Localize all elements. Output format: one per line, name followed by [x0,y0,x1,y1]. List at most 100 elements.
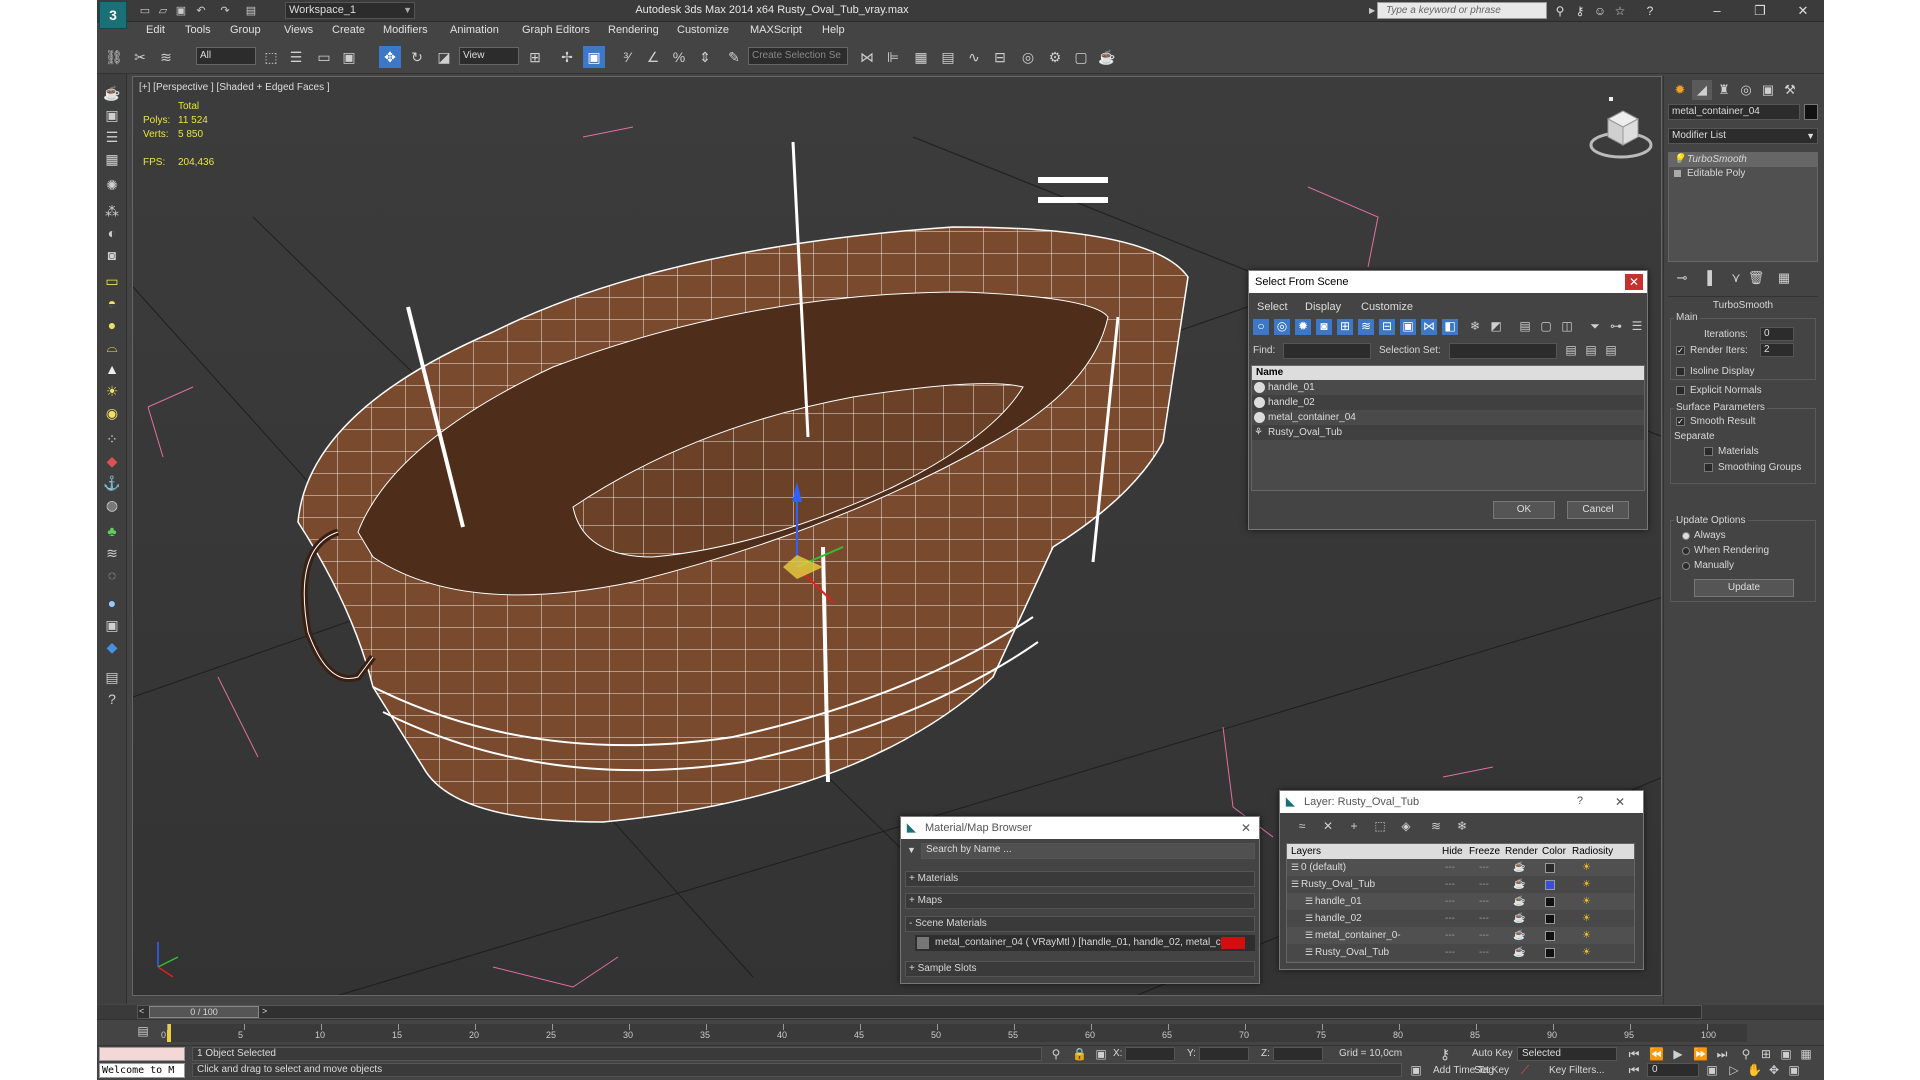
rollout-title[interactable]: TurboSmooth [1668,300,1818,311]
help-circle-icon[interactable]: ? [101,688,123,710]
selection-filter-dropdown[interactable]: All [196,47,256,65]
when-rendering-radio[interactable] [1682,547,1690,555]
make-unique-icon[interactable]: ⋎ [1726,268,1746,288]
layer-row[interactable]: ☰ handle_01 --- --- ☕ ☀ [1287,893,1634,910]
cancel-button[interactable]: Cancel [1567,501,1629,519]
layer-row[interactable]: ☰ 0 (default) --- --- ☕ ☀ [1287,859,1634,876]
container-filter-icon[interactable]: ◧ [1442,319,1458,335]
link-icon[interactable]: ⛓ [103,46,125,68]
menu-group[interactable]: Group [230,24,261,36]
frozen-filter-icon[interactable]: ❄ [1467,319,1483,335]
keyword-search-input[interactable]: Type a keyword or phrase [1377,2,1547,19]
explicit-normals-checkbox[interactable] [1676,386,1685,395]
minimize-icon[interactable]: – [1697,0,1737,21]
list-icon[interactable]: ☰ [101,126,123,148]
set-key-button[interactable]: Set Key [1474,1065,1509,1076]
zoom-extents-all-icon[interactable]: ▦ [1799,1047,1813,1061]
options-icon[interactable]: ☰ [1629,319,1645,335]
render-iters-spinner[interactable]: 2 [1760,343,1794,357]
list-item[interactable]: handle_01 [1252,380,1644,395]
hierarchy-tab-icon[interactable]: ♜ [1714,80,1734,100]
pivot-center-icon[interactable]: ⊞ [524,46,546,68]
close-icon[interactable]: ✕ [1783,0,1823,21]
stack-item-turbosmooth[interactable]: 💡 TurboSmooth [1669,153,1817,167]
go-to-end-icon[interactable]: ⏭ [1715,1047,1729,1062]
stack-item-editable-poly[interactable]: Editable Poly [1669,167,1817,181]
list-item[interactable]: metal_container_04 [1252,410,1644,425]
find-input[interactable] [1283,343,1371,359]
layer-color-swatch[interactable] [1545,880,1555,890]
app-logo-button[interactable]: 3 [99,1,127,29]
menu-maxscript[interactable]: MAXScript [750,24,802,36]
freeze-toggle[interactable]: --- [1479,944,1489,961]
scene-icon[interactable]: ◆ [101,636,123,658]
sphere-icon[interactable]: ● [101,314,123,336]
scatter-icon[interactable]: ⁂ [101,200,123,222]
freeze-toggle[interactable]: --- [1479,910,1489,927]
group-filter-icon[interactable]: ⊟ [1379,319,1395,335]
time-config-icon[interactable]: ▣ [1705,1063,1719,1077]
globe-icon[interactable]: ◍ [101,494,123,516]
hide-all-icon[interactable]: ≋ [1428,819,1444,833]
col-render[interactable]: Render [1505,844,1538,859]
menu-modifiers[interactable]: Modifiers [383,24,428,36]
hide-toggle[interactable]: --- [1445,944,1455,961]
set-key-tangent-icon[interactable]: ⟋ [1517,1063,1533,1078]
key-filters-button[interactable]: Key Filters... [1549,1065,1605,1076]
percent-snap-icon[interactable]: % [668,46,690,68]
track-bar[interactable]: ▤ 0 5 10 15 20 25 30 35 40 45 50 55 60 65 70 75 80 85 90 95… [97,1019,1824,1045]
group-scene-materials[interactable]: - Scene Materials [905,916,1255,932]
select-menu-customize[interactable]: Customize [1361,301,1413,313]
create-set-icon[interactable]: ▤ [1563,343,1579,357]
time-slider-next-icon[interactable]: > [262,1006,267,1016]
layer-color-swatch[interactable] [1545,931,1555,941]
curve-editor-icon[interactable]: ∿ [963,46,985,68]
camera-filter-icon[interactable]: ◙ [1316,319,1332,335]
hat-icon[interactable]: ⌓ [101,336,123,358]
select-objects-icon[interactable]: ⬚ [1372,819,1388,833]
zoom-icon[interactable]: ⚲ [1739,1047,1753,1061]
hair-icon[interactable]: ≋ [101,542,123,564]
lock-icon[interactable]: 🔒 [1072,1047,1087,1061]
window-crossing-icon[interactable]: ▣ [338,46,360,68]
clipboard-icon[interactable]: ▤ [101,666,123,688]
time-tag-icon[interactable]: ▣ [1409,1063,1423,1077]
display-tab-icon[interactable]: ▣ [1758,80,1778,100]
col-hide[interactable]: Hide [1442,844,1463,859]
keyboard-shortcut-toggle-icon[interactable]: ▣ [583,46,605,68]
render-teapot-icon[interactable]: ☕ [1513,910,1525,927]
radiosity-icon[interactable]: ☀ [1582,944,1591,961]
remove-set-icon[interactable]: ▤ [1603,343,1619,357]
col-freeze[interactable]: Freeze [1469,844,1500,859]
x-coordinate-field[interactable] [1125,1047,1175,1061]
bind-spacewarp-icon[interactable]: ≋ [155,46,177,68]
absolute-mode-icon[interactable]: ▣ [1094,1047,1108,1061]
select-by-name-icon[interactable]: ☰ [285,46,307,68]
expand-icon[interactable] [1674,170,1681,177]
close-icon[interactable]: ✕ [1611,794,1629,810]
smoothing-groups-checkbox[interactable] [1704,463,1713,472]
helpers-icon[interactable]: ⚓ [101,472,123,494]
render-teapot-icon[interactable]: ☕ [1513,876,1525,893]
unlink-icon[interactable]: ✂ [129,46,151,68]
menu-help[interactable]: Help [822,24,845,36]
play-icon[interactable]: ▶ [1671,1047,1685,1061]
go-to-start-icon[interactable]: ⏮ [1627,1047,1641,1062]
group-sample-slots[interactable]: + Sample Slots [905,961,1255,977]
sun-icon[interactable]: ☀ [101,380,123,402]
next-frame-icon[interactable]: ⏩ [1693,1047,1708,1061]
isoline-display-checkbox[interactable] [1676,367,1685,376]
search-expand-icon[interactable]: ▶ [1369,6,1375,15]
layer-color-swatch[interactable] [1545,863,1555,873]
menu-graph-editors[interactable]: Graph Editors [522,24,590,36]
menu-views[interactable]: Views [284,24,313,36]
highlight-layer-icon[interactable]: ◈ [1398,819,1414,833]
radiosity-icon[interactable]: ☀ [1582,927,1591,944]
iterations-spinner[interactable]: 0 [1760,327,1794,341]
current-frame-field[interactable]: 0 [1647,1063,1699,1077]
maximize-viewport-icon[interactable]: ▣ [1787,1063,1801,1077]
material-search-input[interactable]: Search by Name ... [921,843,1255,859]
render-production-icon[interactable]: ☕ [1096,46,1118,68]
modifier-list-dropdown[interactable]: Modifier List ▼ [1668,128,1818,144]
box-icon[interactable]: ▭ [101,270,123,292]
